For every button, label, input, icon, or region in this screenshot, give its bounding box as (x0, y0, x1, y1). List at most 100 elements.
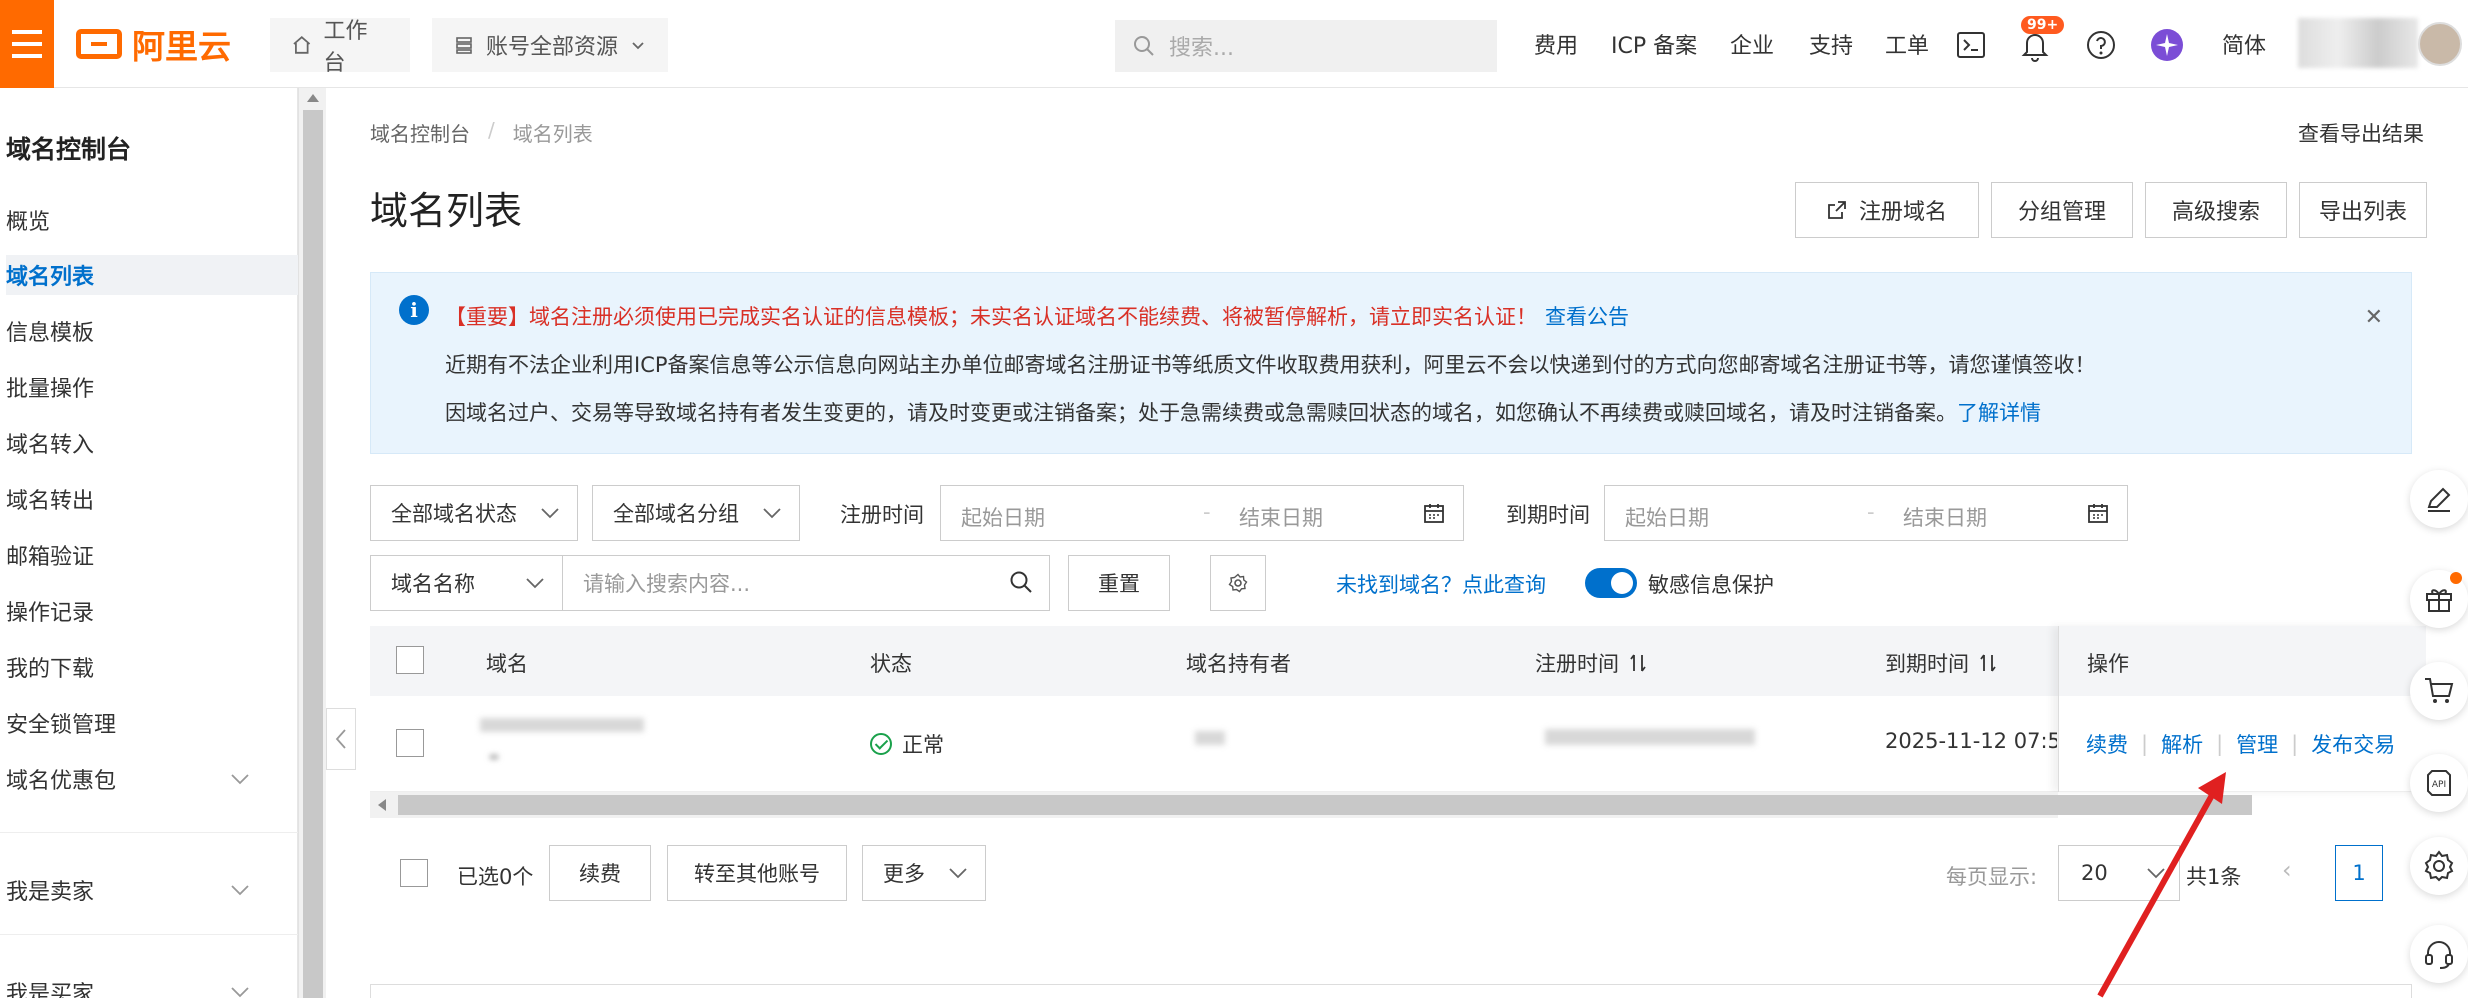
sidebar-item-seller[interactable]: 我是卖家 (6, 870, 298, 910)
footer-select-all-checkbox[interactable] (400, 859, 428, 887)
avatar[interactable] (2418, 22, 2462, 66)
exp-date-range[interactable]: 起始日期 - 结束日期 (1604, 485, 2128, 541)
external-link-icon (1828, 201, 1846, 219)
resources-dropdown[interactable]: 账号全部资源 (432, 18, 668, 72)
nav-cost[interactable]: 费用 (1534, 26, 1578, 62)
renew-link[interactable]: 续费 (2086, 729, 2128, 759)
sidebar-item-batch[interactable]: 批量操作 (6, 367, 298, 407)
sidebar-item-security-lock[interactable]: 安全锁管理 (6, 703, 298, 743)
breadcrumb-console[interactable]: 域名控制台 (370, 118, 470, 147)
chevron-down-icon (231, 885, 249, 896)
reset-button[interactable]: 重置 (1068, 555, 1170, 611)
settings-button[interactable] (1210, 555, 1266, 611)
nav-ticket[interactable]: 工单 (1885, 26, 1929, 62)
sidebar-title: 域名控制台 (6, 135, 132, 164)
view-announcement-link[interactable]: 查看公告 (1545, 305, 1629, 329)
sidebar-collapse-button[interactable] (326, 708, 356, 770)
account-name-blurred[interactable] (2298, 18, 2418, 68)
close-icon[interactable]: ✕ (2365, 305, 2383, 330)
advanced-search-button[interactable]: 高级搜索 (2145, 182, 2287, 238)
domain-not-found-link[interactable]: 未找到域名？点此查询 (1336, 569, 1546, 599)
info-icon: i (399, 295, 429, 325)
search-icon[interactable] (1009, 570, 1033, 594)
group-filter-select[interactable]: 全部域名分组 (592, 485, 800, 541)
sidebar-item-email-verify[interactable]: 邮箱验证 (6, 535, 298, 575)
search-placeholder: 搜索... (1169, 36, 1234, 61)
notice-banner: i 【重要】域名注册必须使用已完成实名认证的信息模板；未实名认证域名不能续费、将… (370, 272, 2412, 454)
status-filter-select[interactable]: 全部域名状态 (370, 485, 578, 541)
nav-icp[interactable]: ICP 备案 (1611, 26, 1697, 62)
top-bar: 阿里云 工作台 账号全部资源 搜索... 费用 ICP 备案 企业 支持 工单 … (0, 0, 2468, 88)
sidebar-item-transfer-in[interactable]: 域名转入 (6, 423, 298, 463)
page-title: 域名列表 (370, 189, 523, 233)
dns-link[interactable]: 解析 (2161, 729, 2203, 759)
language-switch[interactable]: 简体 (2222, 26, 2266, 62)
brand-name: 阿里云 (132, 27, 231, 66)
select-all-checkbox[interactable] (396, 646, 424, 674)
publish-trade-link[interactable]: 发布交易 (2311, 729, 2395, 759)
row-checkbox[interactable] (396, 729, 424, 757)
col-reg-time[interactable]: 注册时间 (1535, 648, 1647, 678)
status-badge: 正常 (870, 729, 944, 759)
ai-assistant-icon[interactable] (2150, 28, 2184, 62)
bell-icon[interactable] (2021, 30, 2049, 62)
terminal-icon[interactable] (1957, 32, 1985, 58)
sidebar-scrollbar[interactable] (298, 88, 326, 998)
nav-enterprise[interactable]: 企业 (1730, 26, 1774, 62)
domain-name-blurred[interactable] (480, 718, 644, 732)
sidebar-item-operation-log[interactable]: 操作记录 (6, 591, 298, 631)
support-button[interactable] (2410, 925, 2468, 983)
settings-float-button[interactable] (2410, 837, 2468, 895)
gear-icon (2424, 850, 2454, 882)
sidebar-scroll-thumb[interactable] (303, 110, 323, 998)
privacy-toggle[interactable] (1585, 568, 1637, 598)
check-circle-icon (870, 733, 892, 755)
learn-more-link[interactable]: 了解详情 (1957, 401, 2041, 425)
feedback-button[interactable] (2410, 470, 2468, 528)
help-icon[interactable] (2086, 30, 2116, 60)
sidebar-item-discount-pack[interactable]: 域名优惠包 (6, 759, 298, 799)
gear-icon (1228, 573, 1248, 593)
more-actions-select[interactable]: 更多 (862, 845, 986, 901)
search-type-select[interactable]: 域名名称 (370, 555, 563, 611)
transfer-account-button[interactable]: 转至其他账号 (667, 845, 847, 901)
scroll-left-arrow-icon[interactable] (378, 799, 386, 811)
chevron-down-icon (231, 987, 249, 998)
chevron-down-icon (526, 578, 544, 589)
expire-time: 2025-11-12 07:59 (1885, 729, 2057, 753)
sidebar-item-overview[interactable]: 概览 (6, 200, 298, 240)
sidebar-divider (0, 934, 298, 935)
svg-text:API: API (2432, 780, 2446, 790)
batch-renew-button[interactable]: 续费 (549, 845, 651, 901)
holder-blurred (1195, 731, 1225, 745)
table-scroll-thumb[interactable] (398, 795, 2252, 815)
cart-button[interactable] (2410, 662, 2468, 720)
chevron-down-icon (231, 774, 249, 785)
brand-logo[interactable]: 阿里云 (76, 22, 231, 66)
chevron-down-icon (763, 508, 781, 519)
api-button[interactable]: API (2410, 754, 2468, 812)
nav-support[interactable]: 支持 (1809, 26, 1853, 62)
sidebar-item-buyer[interactable]: 我是买家 (6, 972, 298, 998)
scroll-up-arrow-icon[interactable] (307, 94, 319, 102)
prev-page-icon[interactable]: ‹ (2282, 856, 2292, 884)
group-manage-button[interactable]: 分组管理 (1991, 182, 2133, 238)
reg-date-range[interactable]: 起始日期 - 结束日期 (940, 485, 1464, 541)
sidebar-item-transfer-out[interactable]: 域名转出 (6, 479, 298, 519)
col-holder: 域名持有者 (1186, 652, 1291, 676)
manage-link[interactable]: 管理 (2236, 729, 2278, 759)
register-domain-button[interactable]: 注册域名 (1795, 182, 1979, 238)
domain-search-input[interactable]: 请输入搜索内容... (562, 555, 1050, 611)
sidebar-item-templates[interactable]: 信息模板 (6, 311, 298, 351)
page-number-1[interactable]: 1 (2335, 845, 2383, 901)
export-list-button[interactable]: 导出列表 (2299, 182, 2427, 238)
menu-icon[interactable] (0, 0, 54, 88)
calendar-icon (2088, 504, 2108, 523)
export-result-link[interactable]: 查看导出结果 (2298, 118, 2424, 148)
global-search-input[interactable]: 搜索... (1115, 20, 1497, 72)
col-exp-time[interactable]: 到期时间 (1885, 648, 1997, 678)
workbench-button[interactable]: 工作台 (270, 18, 410, 76)
sidebar-item-downloads[interactable]: 我的下载 (6, 647, 298, 687)
table-h-scrollbar[interactable] (370, 792, 2252, 818)
sidebar-item-domain-list[interactable]: 域名列表 (6, 255, 298, 295)
